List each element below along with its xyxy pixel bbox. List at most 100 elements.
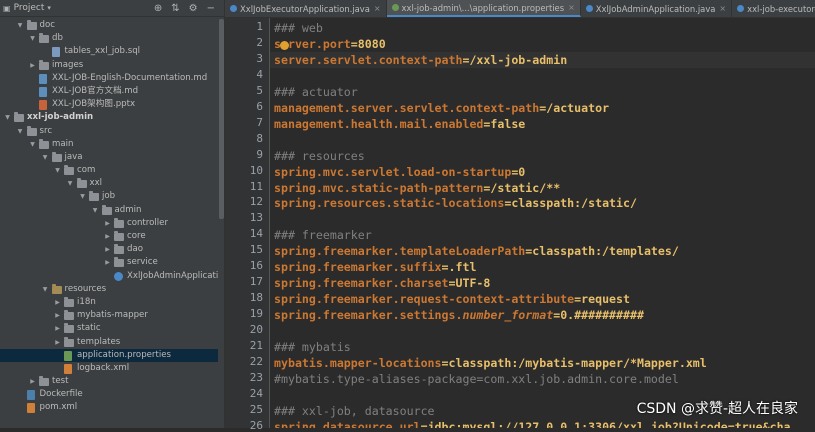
tree-item[interactable]: ▼ xxl: [0, 177, 218, 190]
property-key: spring.freemarker.settings.: [274, 308, 463, 323]
tree-item[interactable]: XXL-JOB官方文档.md: [0, 85, 218, 98]
line-number: 18: [249, 291, 263, 305]
chevron-right-icon[interactable]: ▶: [103, 256, 112, 269]
chevron-down-icon[interactable]: ▾: [47, 4, 51, 12]
chevron-right-icon[interactable]: ▶: [28, 375, 37, 388]
tree-item[interactable]: ▼ job: [0, 190, 218, 203]
tree-item[interactable]: ▼ main: [0, 138, 218, 151]
folder-icon: [39, 33, 49, 44]
tree-item[interactable]: ▶ dao: [0, 243, 218, 256]
chevron-down-icon[interactable]: ▼: [78, 190, 87, 203]
file-icon: [114, 271, 123, 281]
locate-file-icon[interactable]: ⊕: [154, 3, 162, 14]
tree-item[interactable]: ▼ src: [0, 125, 218, 138]
chevron-down-icon[interactable]: ▼: [28, 138, 37, 151]
project-panel: ▣ Project ▾ ⊕ ⇅ ⚙ − ▼ doc ▼ db tables_xxl_jo…: [0, 0, 225, 428]
folder-icon: [39, 59, 49, 70]
tree-item[interactable]: ▶ mybatis-mapper: [0, 309, 218, 322]
property-value: =/static/**: [483, 180, 561, 195]
close-icon[interactable]: ×: [568, 3, 575, 12]
folder-icon: [64, 165, 74, 176]
chevron-down-icon[interactable]: ▼: [16, 19, 25, 32]
tree-item[interactable]: ▶ i18n: [0, 296, 218, 309]
tree-item[interactable]: XxlJobAdminApplicati: [0, 270, 218, 283]
tree-item[interactable]: ▼ db: [0, 32, 218, 45]
tree-item[interactable]: ▶ test: [0, 375, 218, 388]
file-icon: [26, 403, 35, 414]
code-line: mybatis.mapper-locations=classpath:/myba…: [274, 355, 707, 371]
tree-item[interactable]: ▶ core: [0, 230, 218, 243]
folder-icon: [114, 257, 124, 268]
chevron-right-icon[interactable]: ▶: [28, 59, 37, 72]
property-key: spring.freemarker.suffix: [274, 260, 442, 275]
editor-tab[interactable]: xxl-job-executor-sample×: [732, 0, 815, 17]
tree-item[interactable]: ▼ doc: [0, 19, 218, 32]
tree-item-label: tables_xxl_job.sql: [64, 46, 141, 57]
tree-item-label: templates: [77, 336, 121, 347]
chevron-down-icon[interactable]: ▼: [28, 32, 37, 45]
code-comment: ### web: [274, 21, 323, 35]
chevron-right-icon[interactable]: ▶: [53, 296, 62, 309]
hide-panel-icon[interactable]: −: [207, 3, 215, 14]
property-key: management.health.mail.enabled: [274, 116, 484, 131]
tree-item[interactable]: ▶ service: [0, 256, 218, 269]
chevron-down-icon[interactable]: ▼: [3, 111, 12, 124]
chevron-right-icon[interactable]: ▶: [53, 336, 62, 349]
collapse-all-icon[interactable]: ⇅: [171, 3, 179, 14]
folder-icon: [64, 323, 74, 334]
tree-item[interactable]: application.properties: [0, 348, 218, 362]
tree-item[interactable]: ▼ admin: [0, 204, 218, 217]
close-icon[interactable]: ×: [374, 4, 381, 13]
chevron-down-icon[interactable]: ▼: [16, 125, 25, 138]
chevron-right-icon[interactable]: ▶: [103, 230, 112, 243]
chevron-right-icon[interactable]: ▶: [103, 243, 112, 256]
chevron-down-icon[interactable]: ▼: [41, 283, 50, 296]
tree-item[interactable]: tables_xxl_job.sql: [0, 45, 218, 58]
line-number: 16: [249, 259, 263, 273]
tree-item[interactable]: ▼ xxl-job-admin: [0, 111, 218, 124]
tree-item[interactable]: ▶ static: [0, 322, 218, 335]
tree-item[interactable]: pom.xml: [0, 401, 218, 414]
chevron-down-icon[interactable]: ▼: [41, 151, 50, 164]
tree-item[interactable]: Dockerfile: [0, 388, 218, 401]
chevron-down-icon[interactable]: ▼: [91, 204, 100, 217]
chevron-right-icon[interactable]: ▶: [103, 217, 112, 230]
editor-tab[interactable]: xxl-job-admin\...\application.properties…: [386, 0, 581, 17]
code-editor[interactable]: ### web server.port=8080 server.servlet.co…: [270, 18, 815, 428]
tree-item-label: logback.xml: [77, 362, 130, 373]
file-type-icon: [585, 5, 593, 12]
chevron-right-icon[interactable]: ▶: [53, 309, 62, 322]
project-tree: ▼ doc ▼ db tables_xxl_job.sql ▶ images XXL-JOB-…: [0, 19, 218, 415]
chevron-down-icon[interactable]: ▼: [53, 164, 62, 177]
close-icon[interactable]: ×: [719, 4, 726, 13]
tree-item[interactable]: ▼ com: [0, 164, 218, 177]
editor-tab[interactable]: XxlJobAdminApplication.java ×: [581, 0, 733, 17]
tree-item[interactable]: ▼ resources: [0, 283, 218, 296]
line-number: 12: [249, 195, 263, 209]
gear-icon[interactable]: ⚙: [189, 3, 198, 14]
tree-item[interactable]: ▶ templates: [0, 336, 218, 349]
line-number: 15: [249, 243, 263, 257]
tree-scrollbar[interactable]: [219, 19, 224, 219]
property-key: spring.resources.static-locations: [274, 196, 505, 211]
editor-tab[interactable]: XxlJobExecutorApplication.java ×: [225, 0, 387, 17]
chevron-down-icon[interactable]: ▼: [66, 177, 75, 190]
chevron-right-icon[interactable]: ▶: [53, 322, 62, 335]
tree-item-label: admin: [114, 204, 142, 215]
file-icon: [26, 390, 35, 401]
tree-item[interactable]: logback.xml: [0, 362, 218, 375]
file-icon: [39, 100, 47, 111]
tree-item[interactable]: ▶ controller: [0, 217, 218, 230]
tree-item[interactable]: XXL-JOB-English-Documentation.md: [0, 72, 218, 85]
property-value: =.ftl: [441, 260, 477, 275]
code-line: spring.freemarker.charset=UTF-8: [274, 275, 490, 291]
code-comment: ### freemarker: [274, 228, 372, 243]
tree-item[interactable]: ▶ images: [0, 59, 218, 72]
tree-item[interactable]: XXL-JOB架构图.pptx: [0, 98, 218, 111]
folder-icon: [26, 125, 37, 136]
line-number: 23: [249, 370, 263, 384]
tree-item-label: xxl-job-admin: [27, 112, 94, 123]
project-panel-title[interactable]: Project: [14, 3, 45, 13]
tree-item[interactable]: ▼ java: [0, 151, 218, 164]
line-number: 4: [256, 67, 263, 81]
